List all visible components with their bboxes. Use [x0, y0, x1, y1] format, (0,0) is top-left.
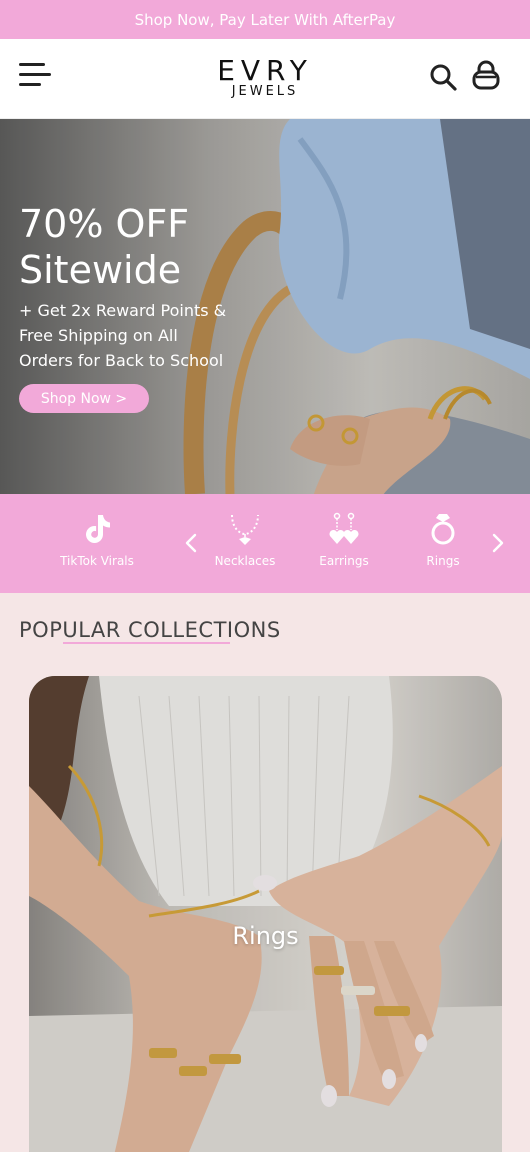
category-tiktok-virals[interactable]: TikTok Virals [52, 512, 142, 568]
announcement-bar[interactable]: Shop Now, Pay Later With AfterPay [0, 0, 530, 39]
shop-now-button[interactable]: Shop Now > [19, 384, 149, 413]
hero-subtitle-line2: Free Shipping on All [19, 326, 178, 345]
search-icon[interactable] [428, 62, 458, 92]
title-underline [63, 642, 230, 644]
category-label: TikTok Virals [60, 554, 134, 568]
category-label: Earrings [319, 554, 369, 568]
hero-banner[interactable]: 70% OFF Sitewide + Get 2x Reward Points … [0, 119, 530, 494]
collection-card-rings[interactable]: Rings [29, 676, 502, 1152]
hero-subtitle: + Get 2x Reward Points & Free Shipping o… [19, 298, 279, 373]
category-rings[interactable]: Rings [408, 512, 478, 568]
earrings-icon [329, 512, 359, 544]
category-necklaces[interactable]: Necklaces [205, 512, 285, 568]
announcement-text: Shop Now, Pay Later With AfterPay [134, 10, 396, 29]
hero-subtitle-line3: Orders for Back to School [19, 351, 224, 370]
necklace-icon [231, 514, 259, 545]
collection-card-image [29, 676, 502, 1152]
tiktok-icon [86, 515, 110, 543]
category-label: Rings [426, 554, 460, 568]
hero-title-line1: 70% OFF [19, 202, 190, 246]
chevron-right-icon[interactable] [490, 532, 506, 554]
category-earrings[interactable]: Earrings [304, 512, 384, 568]
hero-title: 70% OFF Sitewide [19, 201, 189, 293]
hero-subtitle-line1: + Get 2x Reward Points & [19, 301, 227, 320]
category-carousel: TikTok Virals Necklaces Earrings Rings [0, 494, 530, 593]
shopping-bag-icon[interactable] [471, 60, 501, 92]
popular-collections-title: POPULAR COLLECTIONS [19, 618, 281, 642]
category-label: Necklaces [214, 554, 276, 568]
chevron-left-icon[interactable] [183, 532, 199, 554]
collection-card-label: Rings [232, 922, 299, 950]
hero-title-line2: Sitewide [19, 248, 182, 292]
site-header: EVRY JEWELS [0, 39, 530, 119]
ring-icon [431, 514, 455, 545]
